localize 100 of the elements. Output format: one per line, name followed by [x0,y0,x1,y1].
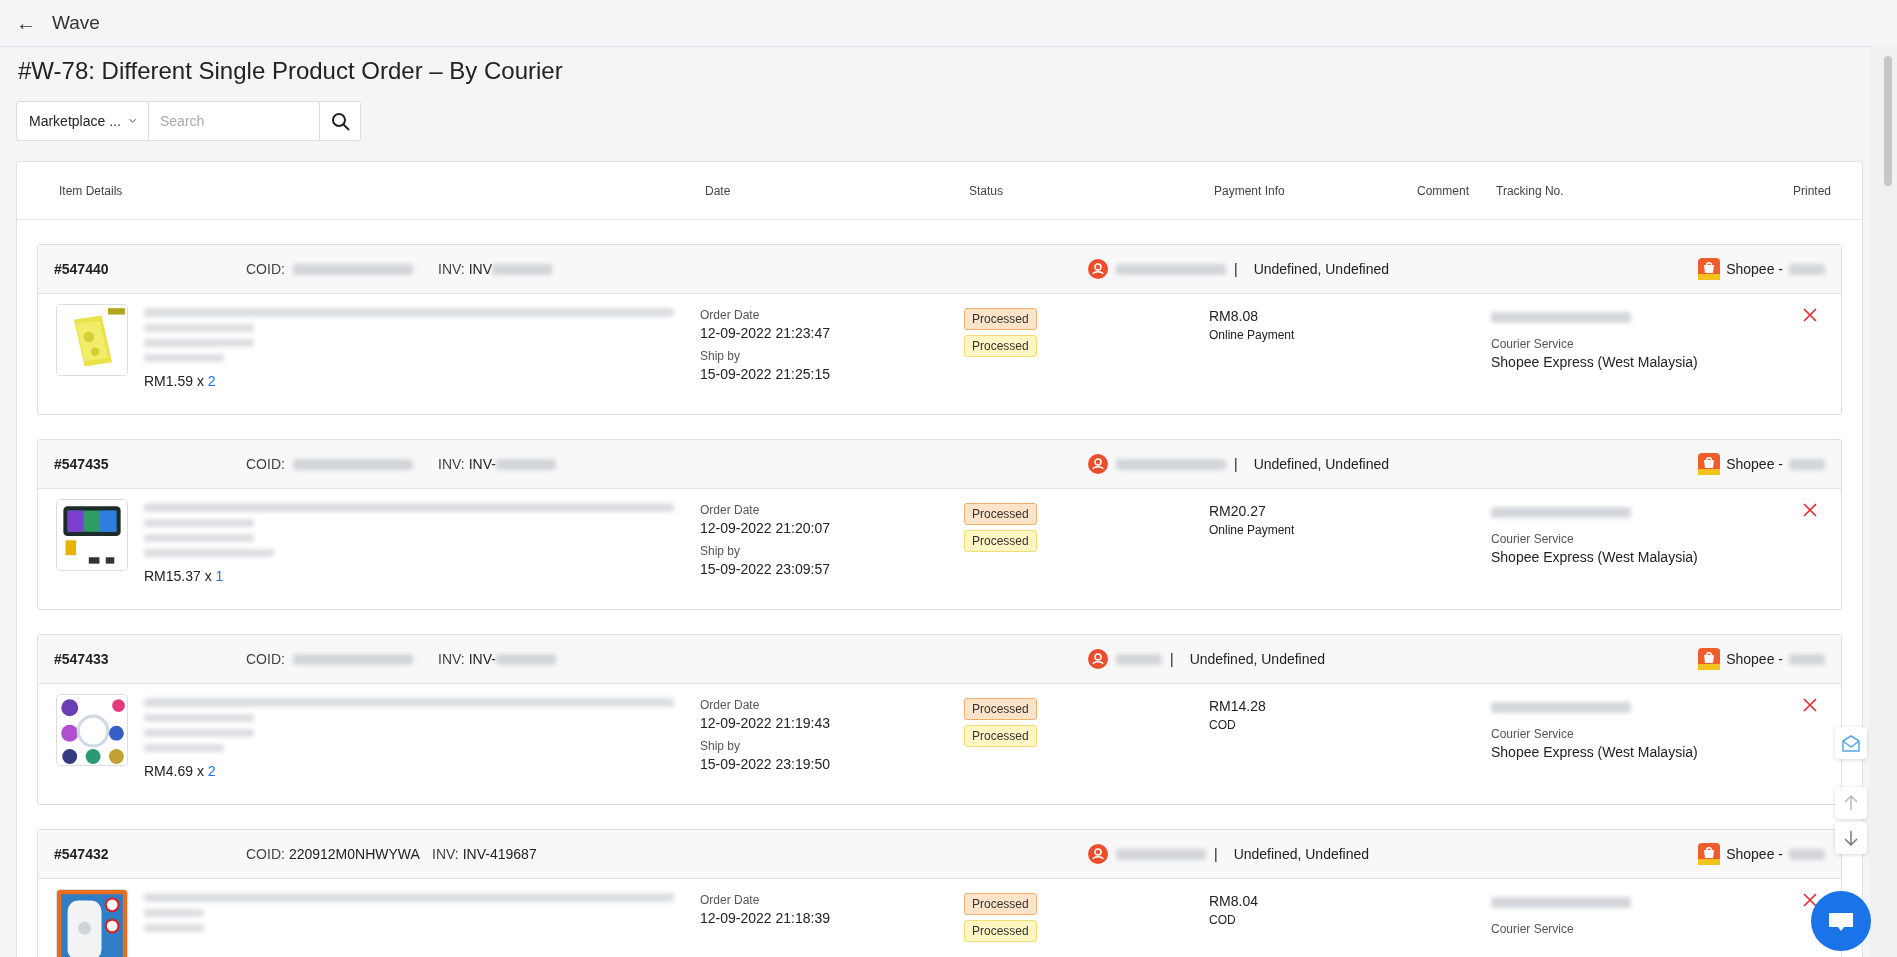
item-price: RM4.69 x 2 [144,763,217,779]
order-date-label: Order Date [700,308,760,322]
status-badge: Processed [964,725,1037,747]
courier-service-label: Courier Service [1491,922,1574,936]
name-separator: | [1214,846,1218,862]
blurred-text [144,924,204,932]
ship-by-date: 15-09-2022 23:09:57 [700,561,830,577]
status-badge: Processed [964,335,1037,357]
column-header: Status [969,183,1005,198]
payment-amount: RM8.08 [1209,308,1259,324]
order-date-label: Order Date [700,893,760,907]
invoice-label: INV: [438,651,465,667]
order-date-label: Order Date [700,698,760,712]
courier-service: Shopee Express (West Malaysia) [1491,354,1698,370]
coid-label: COID: [246,846,285,862]
column-header: Payment Info [1214,183,1286,198]
address-text: Undefined, Undefined [1189,651,1326,667]
item-price: RM15.37 x 1 [144,568,225,584]
channel-name: Shopee - [1726,261,1783,277]
coid-label: COID: [246,456,285,472]
order-date: 12-09-2022 21:19:43 [700,715,830,731]
status-badge: Processed [964,530,1037,552]
name-separator: | [1234,261,1238,277]
invoice-label: INV: [432,846,459,862]
blurred-text [144,909,204,917]
status-badge: Processed [964,893,1037,915]
person-icon [1088,649,1108,669]
payment-amount: RM8.04 [1209,893,1259,909]
column-header: Tracking No. [1496,183,1565,198]
ship-by-label: Ship by [700,544,741,558]
blurred-text [492,263,553,275]
courier-service: Shopee Express (West Malaysia) [1491,549,1698,565]
courier-service-label: Courier Service [1491,727,1574,741]
courier-service-label: Courier Service [1491,532,1574,546]
shop-bag-icon [1698,843,1721,865]
search-button[interactable] [319,101,361,141]
search-field[interactable]: Search [149,101,319,141]
status-badge: Processed [964,308,1037,330]
shop-bag-icon [1698,453,1721,475]
order-date: 12-09-2022 21:23:47 [700,325,830,341]
column-header: Printed [1792,183,1833,198]
courier-service: Shopee Express (West Malaysia) [1491,744,1698,760]
order-date-label: Order Date [700,503,760,517]
status-badge: Processed [964,920,1037,942]
column-header: Comment [1417,183,1470,198]
back-button[interactable]: ← [16,11,36,35]
person-icon [1088,454,1108,474]
arrow-down-icon [1842,829,1860,847]
invoice-label: INV: [438,456,465,472]
channel-name: Shopee - [1726,651,1783,667]
order-number: #547435 [54,456,110,472]
invoice-label: INV: [438,261,465,277]
blurred-text [495,458,556,470]
coid-label: COID: [246,651,285,667]
item-price: RM1.59 x 2 [144,373,217,389]
mail-button[interactable] [1835,727,1867,759]
name-separator: | [1234,456,1238,472]
shop-bag-icon [1698,258,1721,280]
ship-by-label: Ship by [700,739,741,753]
address-text: Undefined, Undefined [1253,261,1390,277]
status-badge: Processed [964,503,1037,525]
order-number: #547433 [54,651,110,667]
payment-method: Online Payment [1209,523,1295,537]
arrow-up-icon [1842,794,1860,812]
scroll-up-button[interactable] [1835,787,1867,819]
page-title: #W-78: Different Single Product Order – By Courier [18,57,564,85]
blurred-text [1789,263,1825,275]
coid-value: 220912M0NHWYWA [288,846,420,862]
order-number: #547440 [54,261,110,277]
scroll-down-button[interactable] [1835,822,1867,854]
invoice-value: INV- [468,456,496,472]
name-separator: | [1170,651,1174,667]
ship-by-date: 15-09-2022 21:25:15 [700,366,830,382]
payment-method: Online Payment [1209,328,1295,342]
blurred-text [1789,458,1825,470]
address-text: Undefined, Undefined [1233,846,1370,862]
marketplace-dropdown[interactable]: Marketplace ... [16,101,149,141]
coid-label: COID: [246,261,285,277]
person-icon [1088,844,1108,864]
blurred-text [1116,653,1162,665]
chevron-down-icon [128,117,136,125]
page-heading: Wave [52,12,100,34]
payment-method: COD [1209,718,1236,732]
payment-method: COD [1209,913,1236,927]
scrollbar-thumb[interactable] [1884,56,1892,186]
courier-service-label: Courier Service [1491,337,1574,351]
address-text: Undefined, Undefined [1253,456,1390,472]
search-icon [330,111,350,131]
chat-bubble-icon [1827,910,1855,932]
invoice-value: INV- [468,651,496,667]
invoice-value: INV-419687 [462,846,537,862]
blurred-text [1789,653,1825,665]
blurred-text [1789,848,1825,860]
payment-amount: RM20.27 [1209,503,1266,519]
invoice-value: INV [468,261,493,277]
ship-by-date: 15-09-2022 23:19:50 [700,756,830,772]
envelope-icon [1840,733,1862,753]
order-date: 12-09-2022 21:18:39 [700,910,830,926]
channel-name: Shopee - [1726,846,1783,862]
ship-by-label: Ship by [700,349,741,363]
